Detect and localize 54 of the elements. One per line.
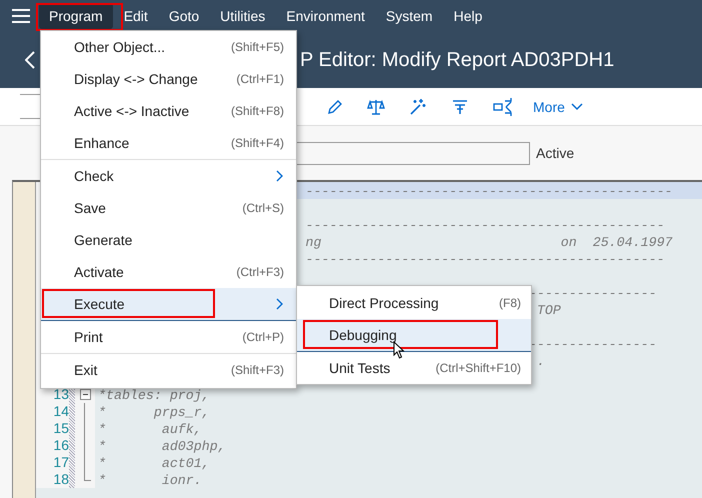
menu-item[interactable]: Exit (Shift+F3): [41, 354, 296, 386]
code-line: * act01,: [98, 456, 210, 471]
code-line: ----------------: [528, 337, 657, 352]
menu-item[interactable]: Other Object... (Shift+F5): [41, 31, 296, 63]
menu-icon[interactable]: [12, 9, 30, 23]
expand-window-icon[interactable]: [493, 98, 513, 116]
scale-icon[interactable]: [367, 98, 385, 116]
menu-bar-item[interactable]: Environment: [276, 3, 375, 29]
menu-item[interactable]: Execute: [41, 288, 296, 321]
line-number: 16: [53, 437, 69, 453]
code-line: ng on 25.04.1997: [305, 235, 673, 250]
code-line: ----------------: [528, 286, 657, 301]
menu-item[interactable]: Check: [41, 160, 296, 192]
code-line: ----------------------------------------------: [305, 184, 673, 199]
code-line: * ad03php,: [98, 439, 226, 454]
window-title: P Editor: Modify Report AD03PDH1: [300, 48, 614, 72]
menu-bar-item[interactable]: Goto: [158, 3, 210, 29]
menu-item[interactable]: Generate: [41, 224, 296, 256]
menu-bar-item[interactable]: Help: [444, 3, 492, 29]
menu-item[interactable]: Active <-> Inactive (Shift+F8): [41, 95, 296, 127]
mouse-pointer-icon: [393, 341, 405, 359]
menu-bar-item[interactable]: Edit: [114, 3, 158, 29]
status-text: Active: [536, 145, 574, 161]
code-line: *tables: proj,: [98, 388, 210, 403]
pencil-icon[interactable]: [327, 98, 343, 114]
menu-item[interactable]: Activate (Ctrl+F3): [41, 256, 296, 288]
line-number: 15: [53, 420, 69, 436]
magic-wand-icon[interactable]: [409, 98, 427, 116]
code-line: TOP: [536, 303, 561, 318]
line-number: 14: [53, 403, 69, 419]
menu-item[interactable]: Enhance (Shift+F4): [41, 127, 296, 160]
line-number: 17: [53, 454, 69, 470]
menu-bar-item[interactable]: Utilities: [210, 3, 276, 29]
line-number: 18: [53, 471, 69, 487]
menu-item[interactable]: Save (Ctrl+S): [41, 192, 296, 224]
menu-item[interactable]: Unit Tests (Ctrl+Shift+F10): [297, 352, 531, 384]
format-icon[interactable]: [451, 98, 469, 116]
menu-item[interactable]: Direct Processing (F8): [297, 287, 531, 319]
chevron-right-icon: [276, 298, 284, 310]
code-line: .: [536, 354, 545, 369]
menu-item[interactable]: Display <-> Change (Ctrl+F1): [41, 63, 296, 95]
menu-bar-item[interactable]: Program: [39, 3, 113, 29]
menu-bar-item[interactable]: System: [376, 3, 443, 29]
chevron-down-icon: [570, 102, 583, 110]
back-icon[interactable]: [25, 51, 35, 69]
code-line: * prps_r,: [98, 405, 210, 420]
more-button[interactable]: More: [533, 98, 583, 114]
code-line: * aufk,: [98, 422, 202, 437]
code-line: ---------------------------------------------: [305, 252, 665, 267]
collapse-icon[interactable]: [80, 389, 90, 400]
line-number: 13: [53, 386, 69, 402]
chevron-right-icon: [276, 170, 284, 182]
code-line: ---------------------------------------------: [305, 218, 665, 233]
code-line: * ionr.: [98, 473, 202, 488]
